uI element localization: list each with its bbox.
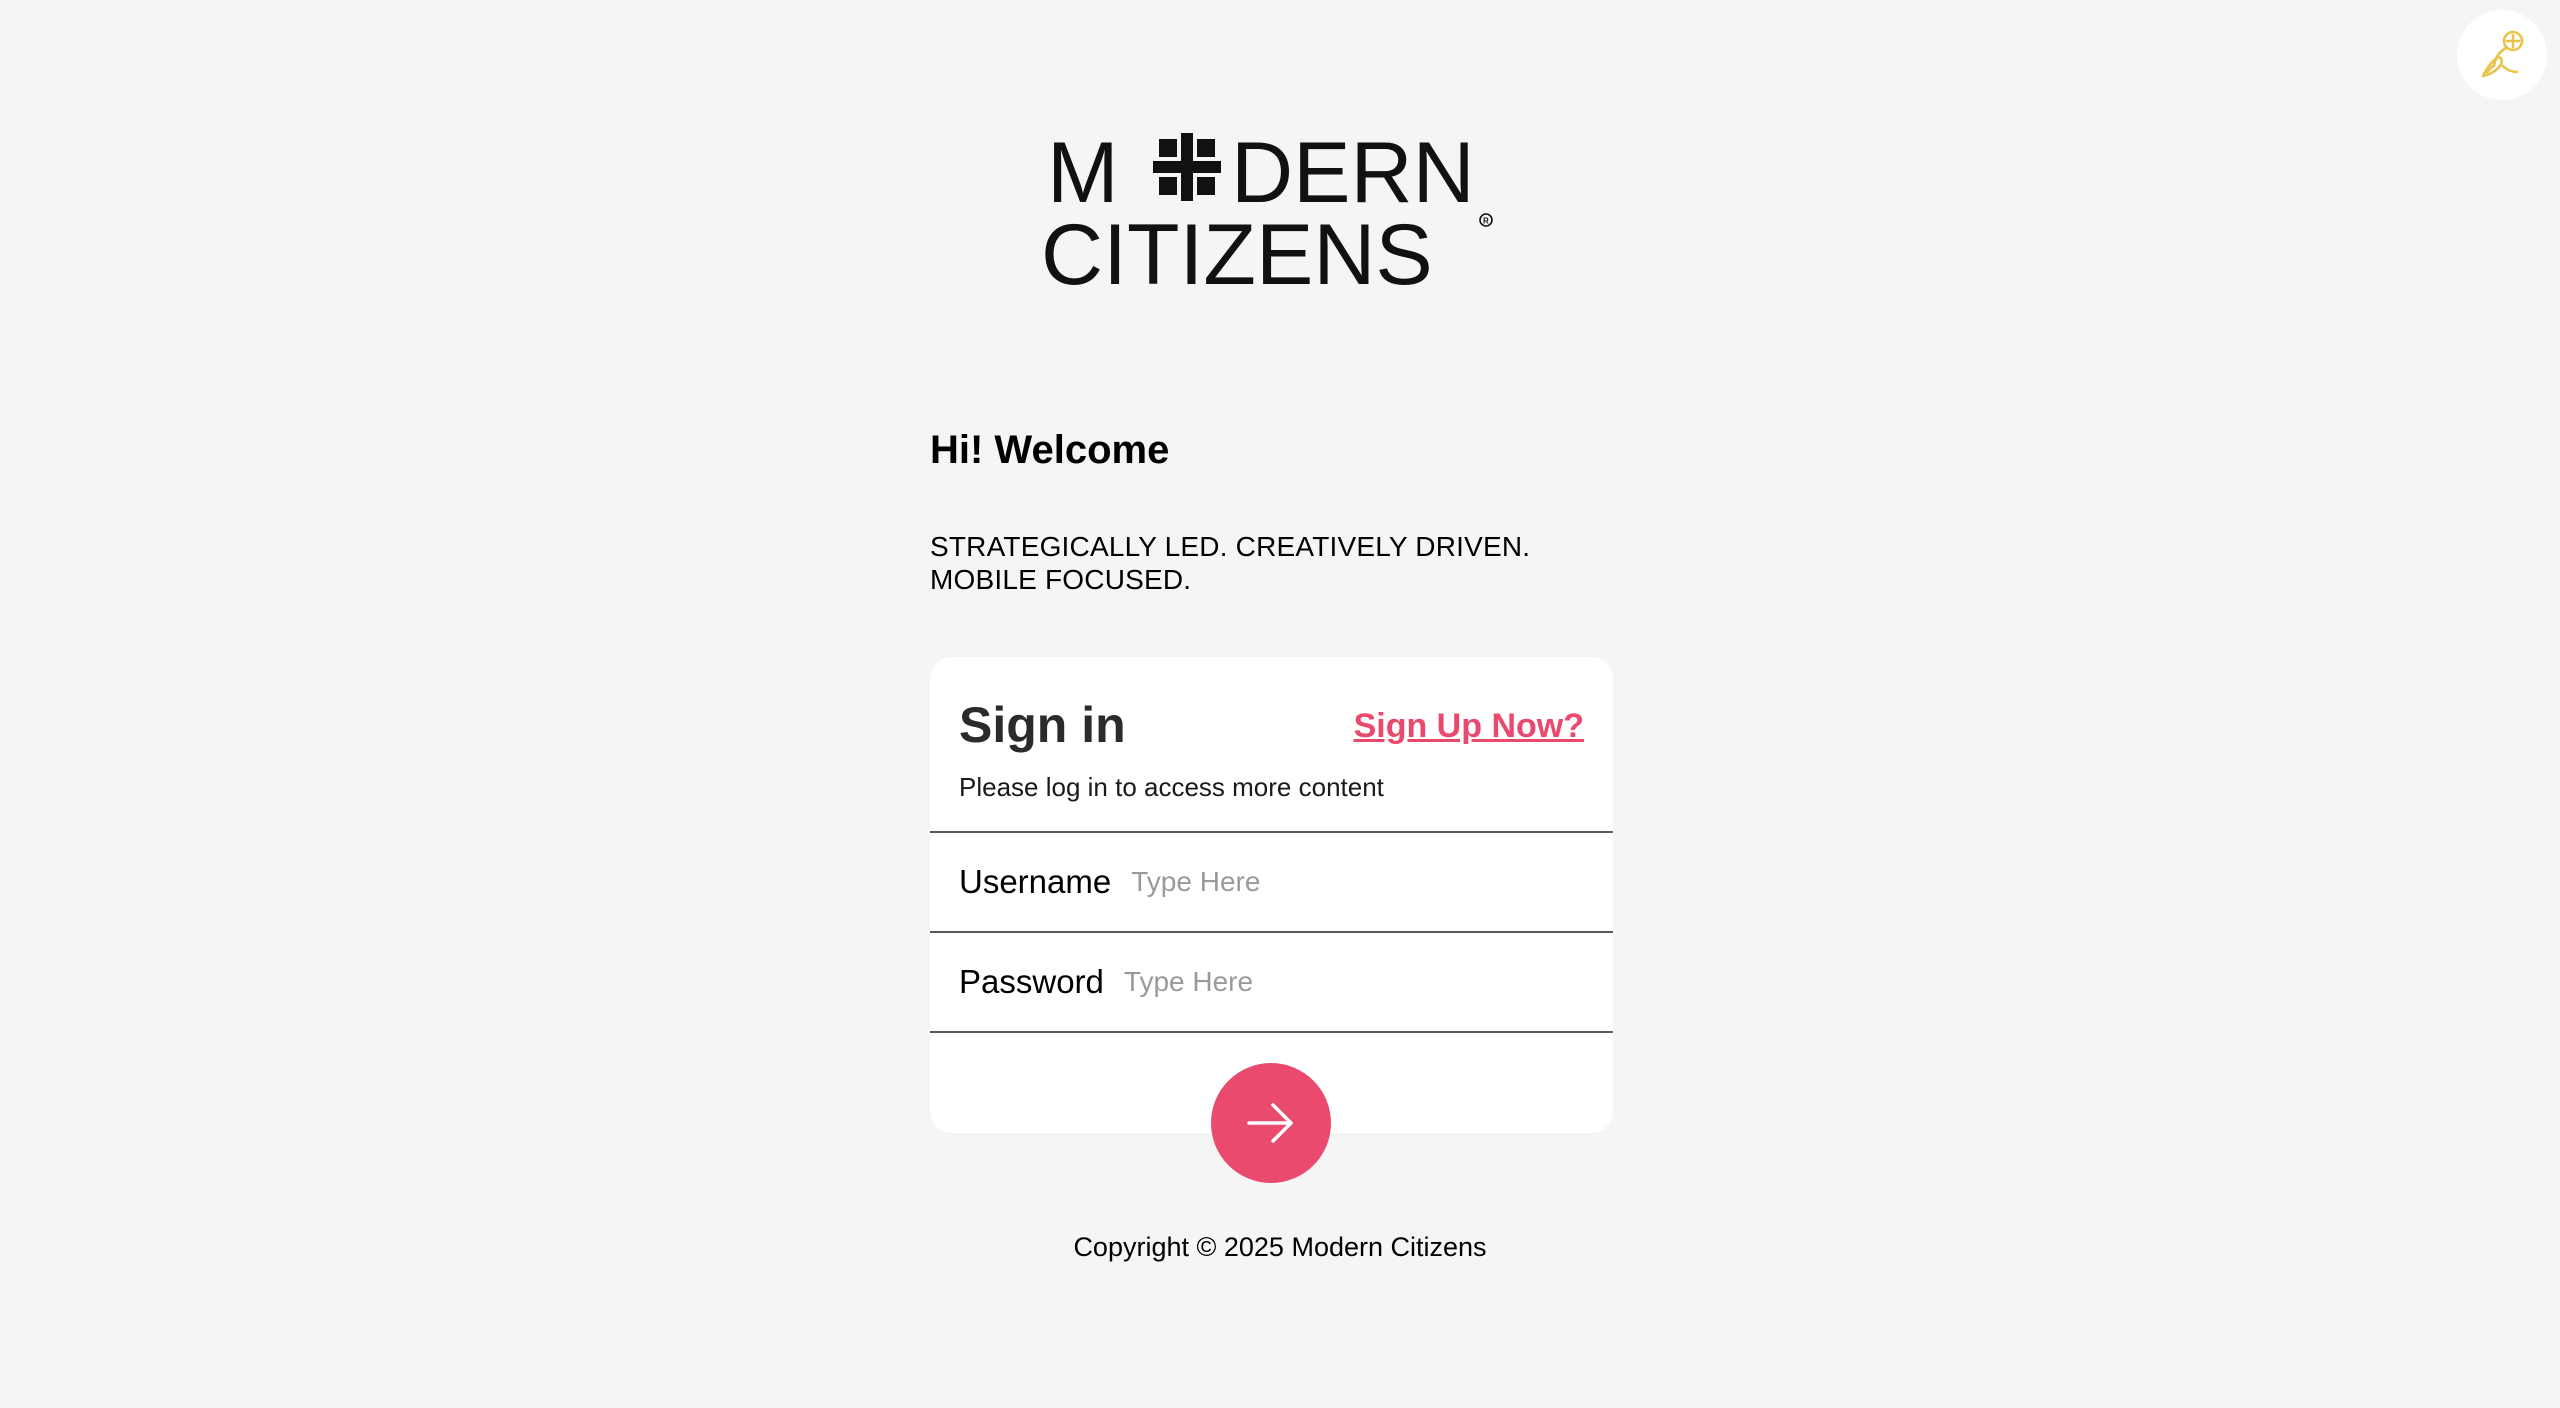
password-label: Password xyxy=(959,963,1104,1000)
tagline: STRATEGICALLY LED. CREATIVELY DRIVEN. MO… xyxy=(930,530,1630,596)
arrow-right-icon xyxy=(1247,1103,1293,1143)
signin-header: Sign in Sign Up Now? Please log in to ac… xyxy=(930,657,1613,833)
password-input[interactable] xyxy=(1123,957,1613,1007)
signin-subtitle: Please log in to access more content xyxy=(959,772,1384,802)
username-row: Username xyxy=(930,833,1613,933)
username-label: Username xyxy=(959,863,1112,900)
logo-star-mark xyxy=(1153,133,1221,201)
signup-link[interactable]: Sign Up Now? xyxy=(1354,705,1584,747)
signin-title: Sign in xyxy=(959,697,1126,753)
brand-logo: M DERN CITIZENS R xyxy=(1045,128,1495,288)
submit-button[interactable] xyxy=(1211,1063,1331,1183)
svg-text:R: R xyxy=(1483,217,1489,226)
username-input[interactable] xyxy=(1131,857,1613,907)
tagline-line-1: STRATEGICALLY LED. CREATIVELY DRIVEN. xyxy=(930,531,1531,562)
password-row: Password xyxy=(930,933,1613,1033)
tagline-line-2: MOBILE FOCUSED. xyxy=(930,564,1192,595)
copyright-text: Copyright © 2025 Modern Citizens xyxy=(1073,1232,1487,1262)
logo-line-2: CITIZENS xyxy=(1045,207,1433,288)
pen-nib-icon xyxy=(2481,30,2524,78)
signin-card: Sign in Sign Up Now? Please log in to ac… xyxy=(930,657,1613,1133)
assistant-widget-button[interactable] xyxy=(2457,10,2547,100)
welcome-heading: Hi! Welcome xyxy=(930,428,1170,472)
